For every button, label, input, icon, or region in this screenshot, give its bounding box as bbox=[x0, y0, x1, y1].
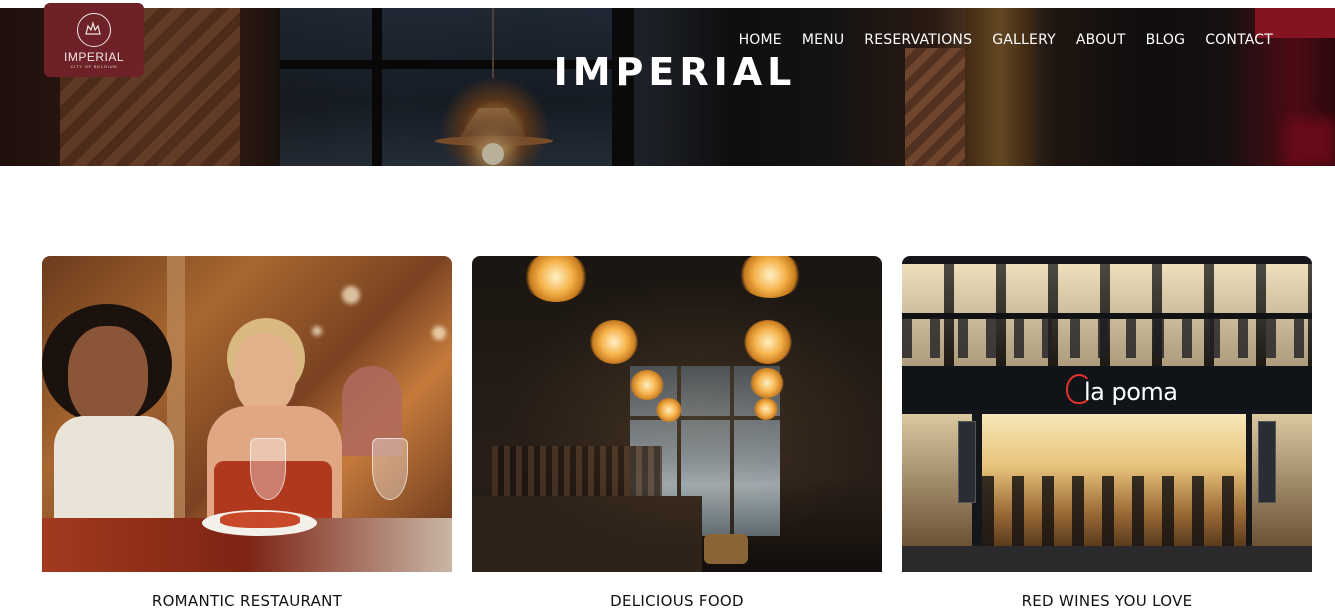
nav-contact[interactable]: CONTACT bbox=[1205, 32, 1273, 48]
nav-about[interactable]: ABOUT bbox=[1076, 32, 1126, 48]
card-caption: ROMANTIC RESTAURANT bbox=[151, 592, 343, 610]
feature-card-romantic[interactable]: ROMANTIC RESTAURANT bbox=[42, 256, 452, 610]
card-image-friends-dining[interactable] bbox=[42, 256, 452, 572]
nav-gallery[interactable]: GALLERY bbox=[992, 32, 1056, 48]
nav-reservations[interactable]: RESERVATIONS bbox=[864, 32, 972, 48]
card-caption: RED WINES YOU LOVE bbox=[1021, 592, 1193, 610]
card-image-storefront[interactable]: la poma bbox=[902, 256, 1312, 572]
card-caption: DELICIOUS FOOD bbox=[610, 592, 744, 610]
feature-card-food[interactable]: DELICIOUS FOOD bbox=[472, 256, 882, 610]
main-nav: HOME MENU RESERVATIONS GALLERY ABOUT BLO… bbox=[739, 32, 1273, 48]
hero-title: IMPERIAL bbox=[553, 50, 797, 94]
card-image-interior-lamps[interactable] bbox=[472, 256, 882, 572]
nav-home[interactable]: HOME bbox=[739, 32, 782, 48]
nav-menu[interactable]: MENU bbox=[802, 32, 844, 48]
crown-icon bbox=[77, 13, 111, 47]
nav-blog[interactable]: BLOG bbox=[1146, 32, 1186, 48]
storefront-sign: la poma bbox=[1084, 378, 1178, 406]
feature-card-wines[interactable]: la poma RED WINES YOU LOVE bbox=[902, 256, 1312, 610]
